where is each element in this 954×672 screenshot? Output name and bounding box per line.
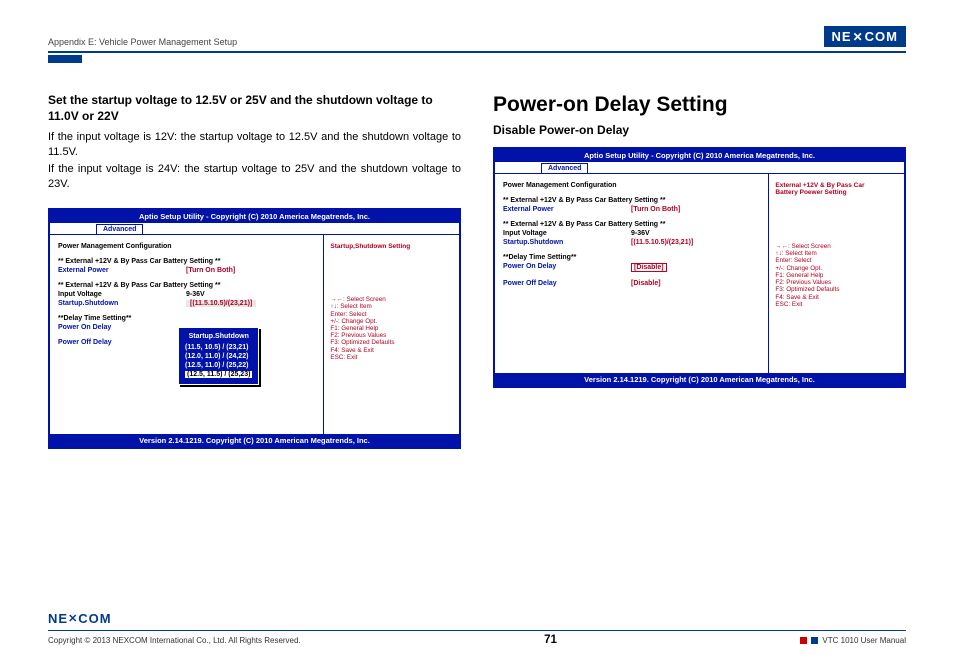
bios-val-ss-r: [(11.5.10.5)/(23,21)]	[631, 239, 760, 246]
bios-val-poff-r: [Disable]	[631, 280, 760, 287]
popup-option-1[interactable]: (11.5, 10.5) / (23,21)	[185, 343, 252, 352]
bios-banner2-r: ** External +12V & By Pass Car Battery S…	[503, 221, 760, 228]
bios-row-input-voltage-r: Input Voltage 9-36V	[503, 230, 760, 237]
bios-delay-header-r: **Delay Time Setting**	[503, 254, 760, 261]
bios-key-external-power: External Power	[58, 267, 186, 274]
bios-title-right: Aptio Setup Utility - Copyright (C) 2010…	[495, 149, 904, 162]
page-footer: NE✕COM Copyright © 2013 NEXCOM Internati…	[48, 610, 906, 647]
popup-option-4-selected[interactable]: (12.5, 11.5) / (25,23)	[185, 371, 252, 378]
left-section-title: Set the startup voltage to 12.5V or 25V …	[48, 93, 461, 124]
logo-top: NE✕COM	[824, 26, 906, 47]
bios-banner1-r: ** External +12V & By Pass Car Battery S…	[503, 197, 760, 204]
bios-help-pane-right: External +12V & By Pass Car Battery Poew…	[768, 174, 904, 373]
helpr-l2: ↑↓: Select Item	[775, 250, 898, 257]
popup-title: Startup.Shutdown	[185, 332, 252, 341]
bios-key-ss-r: Startup.Shutdown	[503, 239, 631, 246]
bios-key-external-power-r: External Power	[503, 206, 631, 213]
help-l1: →←: Select Screen	[330, 296, 453, 303]
left-column: Set the startup voltage to 12.5V or 25V …	[48, 93, 461, 449]
bios-row-power-off-delay-r[interactable]: Power Off Delay [Disable]	[503, 280, 760, 287]
helpr-l8: F4: Save & Exit	[775, 294, 898, 301]
popup-option-2[interactable]: (12.0, 11.0) / (24,22)	[185, 352, 252, 361]
right-h2: Disable Power-on Delay	[493, 123, 906, 137]
left-paragraph-2: If the input voltage is 24V: the startup…	[48, 162, 461, 192]
header-rule	[48, 51, 906, 53]
color-swatch-red-icon	[800, 637, 807, 644]
bios-key-iv-r: Input Voltage	[503, 230, 631, 237]
bios-body-left: Power Management Configuration ** Extern…	[50, 234, 459, 434]
bios-right-title-r1: External +12V & By Pass Car	[775, 182, 898, 189]
help-l7: F3: Optimized Defaults	[330, 339, 453, 346]
helpr-l7: F3: Optimized Defaults	[775, 286, 898, 293]
bios-help-keys-left: →←: Select Screen ↑↓: Select Item Enter:…	[330, 296, 453, 361]
help-l5: F1: General Help	[330, 325, 453, 332]
bios-key-input-voltage: Input Voltage	[58, 291, 186, 298]
bios-box-right: Aptio Setup Utility - Copyright (C) 2010…	[493, 147, 906, 388]
bios-row-ss-r[interactable]: Startup.Shutdown [(11.5.10.5)/(23,21)]	[503, 239, 760, 246]
right-h1: Power-on Delay Setting	[493, 93, 906, 117]
bios-footer-left: Version 2.14.1219. Copyright (C) 2010 Am…	[50, 434, 459, 447]
bios-tabs-right: Advanced	[495, 162, 904, 173]
helpr-l9: ESC: Exit	[775, 301, 898, 308]
logo-bottom: NE✕COM	[48, 611, 112, 626]
bios-section-title: Power Management Configuration	[58, 243, 315, 250]
help-l6: F2: Previous Values	[330, 332, 453, 339]
bios-row-external-power-r[interactable]: External Power [Turn On Both]	[503, 206, 760, 213]
right-column: Power-on Delay Setting Disable Power-on …	[493, 93, 906, 449]
helpr-l3: Enter: Select	[775, 257, 898, 264]
footer-doc: VTC 1010 User Manual	[822, 636, 906, 645]
bios-title-left: Aptio Setup Utility - Copyright (C) 2010…	[50, 210, 459, 223]
bios-tabs-left: Advanced	[50, 223, 459, 234]
bios-help-keys-right: →←: Select Screen ↑↓: Select Item Enter:…	[775, 243, 898, 308]
bios-row-input-voltage: Input Voltage 9-36V	[58, 291, 315, 298]
bios-main-pane-left: Power Management Configuration ** Extern…	[50, 235, 323, 434]
appendix-title: Appendix E: Vehicle Power Management Set…	[48, 37, 237, 47]
bios-row-power-on-delay-r[interactable]: Power On Delay [Disable]	[503, 263, 760, 272]
color-swatch-blue-icon	[811, 637, 818, 644]
bios-body-right: Power Management Configuration ** Extern…	[495, 173, 904, 373]
helpr-l6: F2: Previous Values	[775, 279, 898, 286]
bios-key-ss: Startup.Shutdown	[58, 300, 186, 307]
bios-main-pane-right: Power Management Configuration ** Extern…	[495, 174, 768, 373]
bios-key-pon-r: Power On Delay	[503, 263, 631, 272]
helpr-l1: →←: Select Screen	[775, 243, 898, 250]
content-columns: Set the startup voltage to 12.5V or 25V …	[48, 93, 906, 449]
footer-page: 71	[544, 634, 557, 646]
bios-val-external-power: [Turn On Both]	[186, 267, 315, 274]
bios-help-pane-left: Startup,Shutdown Setting →←: Select Scre…	[323, 235, 459, 434]
bios-val-pon-r: [Disable]	[631, 263, 667, 272]
help-l3: Enter: Select	[330, 311, 453, 318]
bios-right-title-r2: Battery Poewer Setting	[775, 189, 898, 196]
bios-footer-right: Version 2.14.1219. Copyright (C) 2010 Am…	[495, 373, 904, 386]
help-l9: ESC: Exit	[330, 354, 453, 361]
bios-banner2: ** External +12V & By Pass Car Battery S…	[58, 282, 315, 289]
helpr-l4: +/-: Change Opt.	[775, 265, 898, 272]
help-l4: +/-: Change Opt.	[330, 318, 453, 325]
footer-rule	[48, 630, 906, 632]
bios-tab-advanced-r[interactable]: Advanced	[541, 163, 588, 173]
left-paragraph-1: If the input voltage is 12V: the startup…	[48, 130, 461, 160]
bios-key-poff-r: Power Off Delay	[503, 280, 631, 287]
help-l8: F4: Save & Exit	[330, 347, 453, 354]
bios-box-left: Aptio Setup Utility - Copyright (C) 2010…	[48, 208, 461, 449]
bios-banner1: ** External +12V & By Pass Car Battery S…	[58, 258, 315, 265]
footer-copyright: Copyright © 2013 NEXCOM International Co…	[48, 636, 301, 645]
bios-row-startup-shutdown[interactable]: Startup.Shutdown [(11.5.10.5)/(23,21)]	[58, 300, 315, 307]
header-stub	[48, 55, 82, 63]
bios-val-ss: [(11.5.10.5)/(23,21)]	[186, 300, 256, 307]
bios-tab-advanced[interactable]: Advanced	[96, 224, 143, 234]
popup-option-3[interactable]: (12.5, 11.0) / (25,22)	[185, 361, 252, 370]
helpr-l5: F1: General Help	[775, 272, 898, 279]
bios-popup-startup-shutdown[interactable]: Startup.Shutdown (11.5, 10.5) / (23,21) …	[178, 327, 259, 385]
bios-val-iv-r: 9-36V	[631, 230, 760, 237]
bios-right-title: Startup,Shutdown Setting	[330, 243, 453, 250]
bios-section-title-r: Power Management Configuration	[503, 182, 760, 189]
bios-delay-header: **Delay Time Setting**	[58, 315, 315, 322]
bios-val-input-voltage: 9-36V	[186, 291, 315, 298]
bios-val-external-power-r: [Turn On Both]	[631, 206, 760, 213]
help-l2: ↑↓: Select Item	[330, 303, 453, 310]
bios-row-external-power[interactable]: External Power [Turn On Both]	[58, 267, 315, 274]
page-header: Appendix E: Vehicle Power Management Set…	[48, 26, 906, 49]
